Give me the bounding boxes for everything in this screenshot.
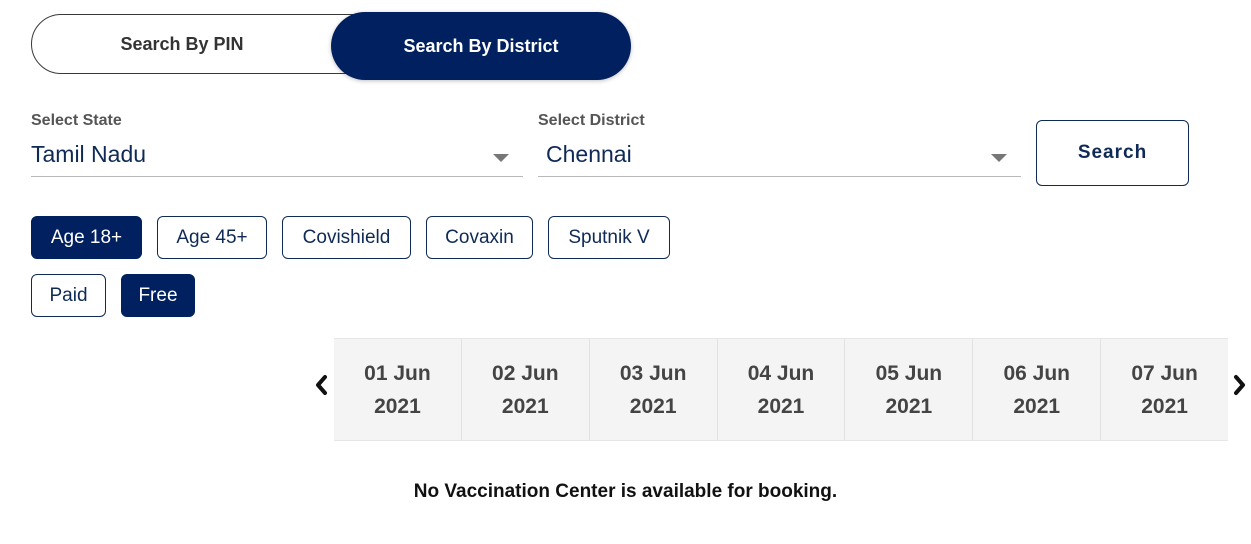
date-year: 2021 [1013,394,1061,418]
date-year: 2021 [885,394,933,418]
search-button[interactable]: Search [1036,120,1189,186]
filter-age-18[interactable]: Age 18+ [31,216,142,259]
district-select[interactable]: Chennai [538,139,1021,177]
search-by-pin-button[interactable]: Search By PIN [32,15,332,73]
date-cell[interactable]: 02 Jun 2021 [462,339,590,440]
filter-free[interactable]: Free [121,274,195,317]
date-day: 07 Jun [1131,361,1198,385]
date-cell[interactable]: 06 Jun 2021 [973,339,1102,440]
date-strip: 01 Jun 2021 02 Jun 2021 03 Jun 2021 04 Jun 2… [334,338,1228,441]
filter-age-45[interactable]: Age 45+ [157,216,267,259]
search-by-district-button[interactable]: Search By District [331,12,631,80]
date-cell[interactable]: 07 Jun 2021 [1101,339,1228,440]
date-cell[interactable]: 04 Jun 2021 [718,339,846,440]
state-value: Tamil Nadu [31,141,147,167]
date-day: 05 Jun [875,361,943,385]
date-year: 2021 [629,394,677,418]
date-day: 04 Jun [747,361,815,385]
date-year: 2021 [1141,394,1188,418]
filter-paid[interactable]: Paid [31,274,106,317]
caret-down-icon [991,154,1007,162]
filter-sputnik-v[interactable]: Sputnik V [548,216,670,259]
date-year: 2021 [757,394,805,418]
state-field: Select State Tamil Nadu [31,112,523,185]
date-day: 06 Jun [1003,361,1070,385]
date-cell[interactable]: 03 Jun 2021 [590,339,718,440]
filter-covaxin[interactable]: Covaxin [426,216,533,259]
date-day: 03 Jun [619,361,687,385]
date-year: 2021 [374,394,421,418]
date-year: 2021 [501,394,549,418]
date-cell[interactable]: 05 Jun 2021 [845,339,974,440]
district-label: Select District [538,112,645,129]
date-day: 01 Jun [364,361,431,385]
date-day: 02 Jun [492,361,559,385]
chevron-left-icon[interactable] [313,371,329,403]
district-value: Chennai [546,141,632,167]
chevron-right-icon[interactable] [1232,371,1248,403]
state-select[interactable]: Tamil Nadu [31,139,523,177]
date-cell[interactable]: 01 Jun 2021 [334,339,462,440]
no-centers-message: No Vaccination Center is available for b… [413,481,838,502]
state-label: Select State [31,112,122,129]
search-mode-toggle: Search By PIN Search By District [31,12,631,80]
district-field: Select District Chennai [538,112,1021,185]
filter-covishield[interactable]: Covishield [282,216,411,259]
caret-down-icon [493,154,509,162]
